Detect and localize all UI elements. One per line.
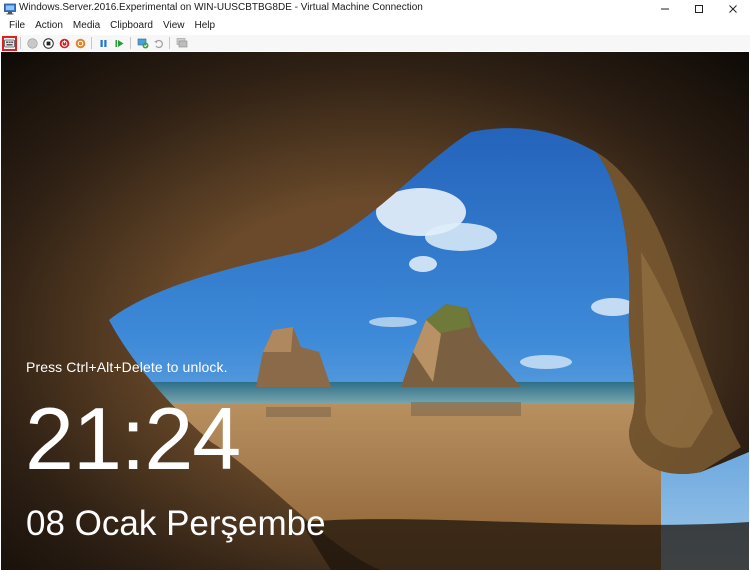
minimize-icon: [661, 8, 669, 9]
menu-file[interactable]: File: [0, 18, 30, 34]
vm-connection-icon: [4, 2, 16, 15]
toolbar-separator: [130, 37, 131, 49]
checkpoint-button[interactable]: [135, 36, 150, 51]
menu-view[interactable]: View: [158, 18, 190, 34]
lockscreen-wallpaper: [1, 52, 749, 570]
turn-off-icon: [43, 37, 54, 49]
menu-action[interactable]: Action: [30, 18, 68, 34]
close-button[interactable]: [716, 0, 750, 17]
window-controls: [648, 0, 750, 17]
save-button[interactable]: [73, 36, 88, 51]
unlock-hint: Press Ctrl+Alt+Delete to unlock.: [26, 359, 228, 375]
ctrl-alt-del-button[interactable]: [2, 35, 17, 51]
toolbar-separator: [91, 37, 92, 49]
vm-display[interactable]: Press Ctrl+Alt+Delete to unlock. 21:24 0…: [1, 52, 749, 570]
menu-help[interactable]: Help: [189, 18, 220, 34]
window-title: Windows.Server.2016.Experimental on WIN-…: [19, 2, 423, 13]
close-icon: [729, 4, 737, 13]
shutdown-button[interactable]: [57, 36, 72, 51]
start-button[interactable]: [25, 36, 40, 51]
reset-button[interactable]: [112, 36, 127, 51]
toolbar-separator: [20, 37, 21, 49]
revert-button[interactable]: [151, 36, 166, 51]
pause-icon: [100, 39, 107, 47]
shutdown-icon: [59, 38, 70, 48]
toolbar-separator: [169, 37, 170, 49]
menu-media[interactable]: Media: [68, 18, 105, 34]
checkpoint-icon: [137, 38, 148, 49]
lockscreen-clock: 21:24: [25, 389, 241, 488]
toolbar: [0, 35, 750, 51]
enhanced-session-icon: [176, 38, 187, 48]
pause-button[interactable]: [96, 36, 111, 51]
title-bar[interactable]: Windows.Server.2016.Experimental on WIN-…: [0, 0, 750, 17]
menu-bar: File Action Media Clipboard View Help: [0, 18, 750, 34]
menu-clipboard[interactable]: Clipboard: [105, 18, 158, 34]
lockscreen-date: 08 Ocak Perşembe: [26, 504, 326, 543]
maximize-button[interactable]: [682, 0, 716, 17]
maximize-icon: [695, 4, 703, 13]
turn-off-button[interactable]: [41, 36, 56, 51]
ctrl-alt-del-icon: [4, 39, 15, 47]
save-icon: [75, 38, 86, 48]
reset-icon: [115, 39, 124, 47]
enhanced-session-button[interactable]: [174, 36, 189, 51]
revert-icon: [154, 39, 163, 48]
minimize-button[interactable]: [648, 0, 682, 17]
start-icon: [27, 37, 38, 49]
